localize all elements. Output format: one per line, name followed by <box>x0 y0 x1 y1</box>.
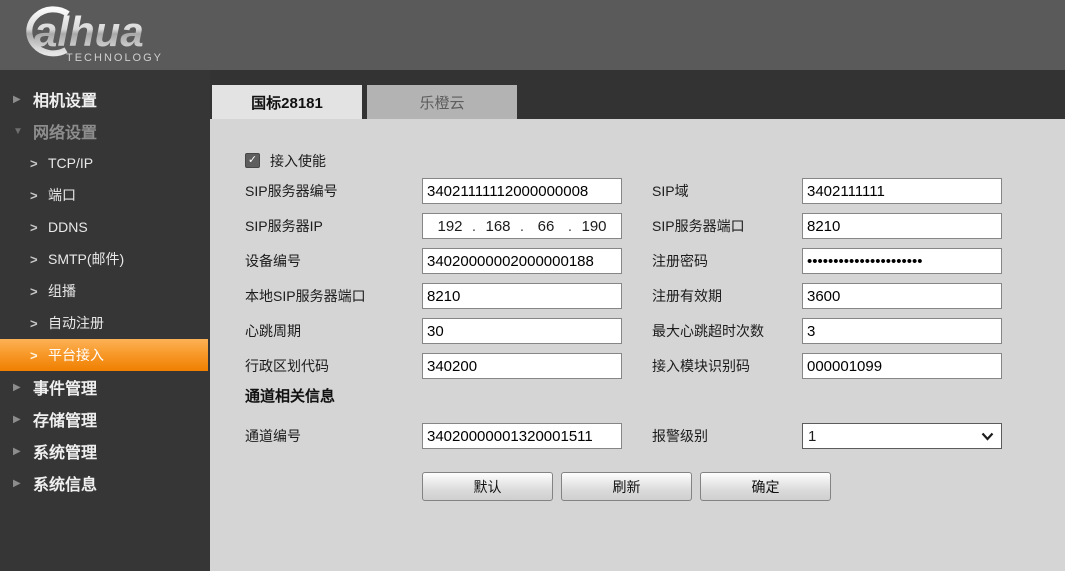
chevron-right-icon: > <box>30 348 48 363</box>
ip-octet-2[interactable]: 168 <box>478 218 518 235</box>
chevron-right-icon: > <box>30 220 48 235</box>
sidebar-item-port[interactable]: > 端口 <box>0 179 210 211</box>
sidebar-item-event-management[interactable]: ▶ 事件管理 <box>0 371 210 403</box>
triangle-right-icon: ▶ <box>13 446 33 457</box>
sidebar-item-network-settings[interactable]: ▼ 网络设置 <box>0 115 210 147</box>
label-channel-id: 通道编号 <box>245 423 301 449</box>
device-id-input[interactable] <box>422 248 622 274</box>
ip-dot: . <box>566 218 574 235</box>
refresh-button[interactable]: 刷新 <box>561 472 692 501</box>
chevron-down-icon <box>981 428 994 445</box>
check-icon: ✓ <box>248 154 257 166</box>
ip-dot: . <box>518 218 526 235</box>
sidebar-item-auto-register[interactable]: > 自动注册 <box>0 307 210 339</box>
ip-dot: . <box>470 218 478 235</box>
ip-octet-4[interactable]: 190 <box>574 218 614 235</box>
tab-lechengyun[interactable]: 乐橙云 <box>367 85 517 119</box>
sidebar-item-label: 事件管理 <box>33 375 97 399</box>
chevron-right-icon: > <box>30 316 48 331</box>
enable-access-checkbox[interactable]: ✓ <box>245 153 260 168</box>
label-sip-server-ip: SIP服务器IP <box>245 213 323 239</box>
label-alarm-level: 报警级别 <box>652 423 708 449</box>
sidebar-item-label: DDNS <box>48 219 88 235</box>
channel-id-input[interactable] <box>422 423 622 449</box>
sidebar-item-label: 网络设置 <box>33 119 97 143</box>
label-device-id: 设备编号 <box>245 248 301 274</box>
enable-access-label: 接入使能 <box>270 151 326 171</box>
dahua-logo: alhua TECHNOLOGY <box>8 4 198 71</box>
triangle-right-icon: ▶ <box>13 382 33 393</box>
label-sip-server-port: SIP服务器端口 <box>652 213 745 239</box>
logo-subtext: TECHNOLOGY <box>66 52 163 64</box>
sidebar-item-camera-settings[interactable]: ▶ 相机设置 <box>0 83 210 115</box>
label-local-sip-port: 本地SIP服务器端口 <box>245 283 366 309</box>
sip-domain-input[interactable] <box>802 178 1002 204</box>
top-header: alhua TECHNOLOGY <box>0 0 1065 70</box>
sidebar-item-tcpip[interactable]: > TCP/IP <box>0 147 210 179</box>
logo-text: alhua <box>34 8 144 55</box>
sidebar-item-multicast[interactable]: > 组播 <box>0 275 210 307</box>
label-register-password: 注册密码 <box>652 248 708 274</box>
sidebar-item-smtp[interactable]: > SMTP(邮件) <box>0 243 210 275</box>
ip-octet-3[interactable]: 66 <box>526 218 566 235</box>
chevron-right-icon: > <box>30 284 48 299</box>
enable-access-row: ✓ 接入使能 <box>245 152 326 169</box>
label-sip-server-id: SIP服务器编号 <box>245 178 338 204</box>
sidebar-item-ddns[interactable]: > DDNS <box>0 211 210 243</box>
sip-server-id-input[interactable] <box>422 178 622 204</box>
label-sip-domain: SIP域 <box>652 178 689 204</box>
triangle-right-icon: ▶ <box>13 94 33 105</box>
platform-access-panel: ✓ 接入使能 SIP服务器编号 SIP域 SIP服务器IP 192 . 168 … <box>210 119 1065 571</box>
label-admin-region-code: 行政区划代码 <box>245 353 329 379</box>
chevron-right-icon: > <box>30 188 48 203</box>
label-max-heartbeat-timeout: 最大心跳超时次数 <box>652 318 764 344</box>
sidebar-item-system-management[interactable]: ▶ 系统管理 <box>0 435 210 467</box>
heartbeat-period-input[interactable] <box>422 318 622 344</box>
action-buttons: 默认 刷新 确定 <box>422 472 831 501</box>
max-heartbeat-timeout-input[interactable] <box>802 318 1002 344</box>
register-password-input[interactable] <box>802 248 1002 274</box>
admin-region-code-input[interactable] <box>422 353 622 379</box>
triangle-right-icon: ▶ <box>13 478 33 489</box>
access-module-id-input[interactable] <box>802 353 1002 379</box>
ip-octet-1[interactable]: 192 <box>430 218 470 235</box>
sidebar-item-storage-management[interactable]: ▶ 存储管理 <box>0 403 210 435</box>
channel-info-section-title: 通道相关信息 <box>245 385 335 406</box>
sidebar-item-label: 系统信息 <box>33 471 97 495</box>
sidebar-item-label: SMTP(邮件) <box>48 249 124 269</box>
sidebar-item-label: 组播 <box>48 281 76 301</box>
label-register-validity: 注册有效期 <box>652 283 722 309</box>
tab-gb28181[interactable]: 国标28181 <box>212 85 362 119</box>
tab-bar: 国标28181 乐橙云 <box>210 70 1065 119</box>
alarm-level-select[interactable]: 1 <box>802 423 1002 449</box>
sidebar-item-label: TCP/IP <box>48 155 93 171</box>
label-heartbeat-period: 心跳周期 <box>245 318 301 344</box>
sidebar-item-system-info[interactable]: ▶ 系统信息 <box>0 467 210 499</box>
sidebar-item-label: 系统管理 <box>33 439 97 463</box>
local-sip-port-input[interactable] <box>422 283 622 309</box>
sidebar-item-label: 平台接入 <box>48 345 104 365</box>
sidebar-item-label: 相机设置 <box>33 87 97 111</box>
sip-server-port-input[interactable] <box>802 213 1002 239</box>
default-button[interactable]: 默认 <box>422 472 553 501</box>
sidebar-item-label: 端口 <box>48 185 76 205</box>
sidebar-item-platform-access[interactable]: > 平台接入 <box>0 339 208 371</box>
alarm-level-value: 1 <box>808 428 816 445</box>
triangle-right-icon: ▶ <box>13 414 33 425</box>
sidebar: ▶ 相机设置 ▼ 网络设置 > TCP/IP > 端口 > DDNS > SMT… <box>0 70 210 571</box>
label-access-module-id: 接入模块识别码 <box>652 353 750 379</box>
chevron-right-icon: > <box>30 156 48 171</box>
sip-server-ip-input[interactable]: 192 . 168 . 66 . 190 <box>422 213 622 239</box>
sidebar-item-label: 自动注册 <box>48 313 104 333</box>
register-validity-input[interactable] <box>802 283 1002 309</box>
sidebar-item-label: 存储管理 <box>33 407 97 431</box>
chevron-right-icon: > <box>30 252 48 267</box>
confirm-button[interactable]: 确定 <box>700 472 831 501</box>
triangle-down-icon: ▼ <box>13 126 33 137</box>
